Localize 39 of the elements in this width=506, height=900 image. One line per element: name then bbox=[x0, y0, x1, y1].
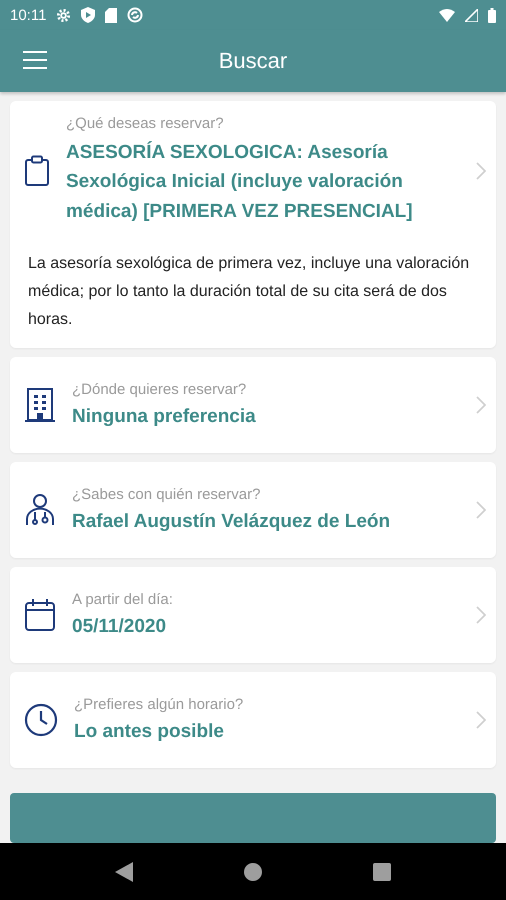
home-icon[interactable] bbox=[244, 862, 262, 880]
option-card[interactable] bbox=[10, 101, 496, 348]
screen-title: Buscar bbox=[218, 48, 288, 74]
sd-card-icon bbox=[105, 8, 118, 22]
doctor-icon bbox=[24, 493, 56, 528]
status-time: 10:11 bbox=[10, 6, 46, 24]
option-card[interactable]: ¿Dónde quieres reservar? Ninguna preferencia bbox=[10, 357, 496, 454]
option-label: A partir del día: bbox=[72, 590, 174, 608]
option-value: ASESORÍA SEXOLOGICA: Asesoría Sexológica Inicial (incluye valoración médica) [PRIMERA VEZ PRESENCIAL] bbox=[66, 140, 414, 224]
menu-button[interactable] bbox=[22, 50, 48, 70]
signal-icon bbox=[465, 8, 478, 22]
chevron-right-icon bbox=[476, 606, 486, 624]
wifi-icon bbox=[439, 8, 455, 22]
chevron-right-icon bbox=[476, 162, 486, 180]
option-label: ¿Qué deseas reservar? bbox=[66, 115, 225, 132]
clock-icon bbox=[24, 703, 58, 738]
option-label: ¿Sabes con quién reservar? bbox=[72, 486, 262, 503]
option-card[interactable]: A partir del día: 05/11/2020 bbox=[10, 567, 496, 664]
recents-icon[interactable] bbox=[372, 862, 391, 880]
option-value: Rafael Augustín Velázquez de León bbox=[72, 510, 392, 534]
option-value: Ninguna preferencia bbox=[72, 404, 257, 429]
gear-icon bbox=[56, 8, 72, 22]
option-label: ¿Dónde quieres reservar? bbox=[72, 380, 248, 398]
option-value: Lo antes posible bbox=[74, 720, 225, 744]
option-description: La asesoría sexológica de primera vez, incluye una valoración médica; por lo tanto la duración total de su cita será de dos horas. bbox=[27, 254, 470, 330]
calendar-icon bbox=[24, 598, 56, 632]
battery-icon bbox=[488, 8, 496, 22]
shield-icon bbox=[81, 7, 96, 23]
sync-icon bbox=[127, 7, 144, 23]
option-card[interactable]: ¿Prefieres algún horario? Lo antes posible bbox=[10, 672, 496, 768]
option-card[interactable]: ¿Sabes con quién reservar? Rafael Augustín Velázquez de León bbox=[10, 462, 496, 558]
back-icon[interactable] bbox=[115, 862, 134, 882]
chevron-right-icon bbox=[476, 501, 486, 520]
chevron-right-icon bbox=[476, 711, 486, 730]
chevron-right-icon bbox=[476, 396, 486, 414]
option-label: ¿Prefieres algún horario? bbox=[74, 696, 244, 713]
building-icon bbox=[24, 387, 56, 424]
clipboard-icon bbox=[24, 154, 50, 187]
option-value: 05/11/2020 bbox=[72, 614, 168, 639]
